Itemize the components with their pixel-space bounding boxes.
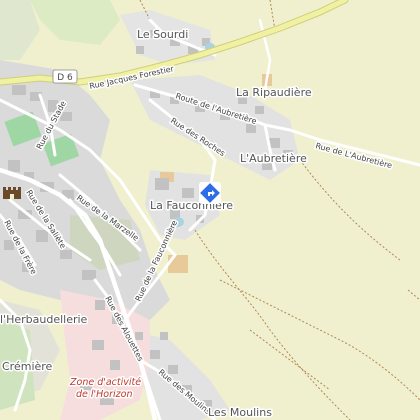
svg-text:D 6: D 6 — [57, 73, 73, 83]
directions-marker-icon[interactable] — [199, 182, 221, 204]
place-label-les-moulins: Les Moulins — [208, 406, 272, 419]
place-label-le-sourdi: Le Sourdi — [137, 28, 188, 41]
map-canvas[interactable]: D 6 Rue Jacques Forestier Route de l'Aub… — [0, 0, 420, 420]
place-label-aubretiere: L'Aubretière — [240, 152, 307, 165]
zone-label-line1: Zone d'activité — [69, 377, 141, 388]
zone-label-line2: de l'Horizon — [76, 389, 132, 400]
place-label-cremiere: Crémière — [2, 360, 53, 373]
place-label-herbaudellerie: l'Herbaudellerie — [0, 313, 88, 326]
road-shield-d6: D 6 — [52, 69, 78, 84]
landuse-spot-1 — [168, 255, 188, 273]
place-label-la-ripaudiere: La Ripaudière — [236, 86, 312, 99]
